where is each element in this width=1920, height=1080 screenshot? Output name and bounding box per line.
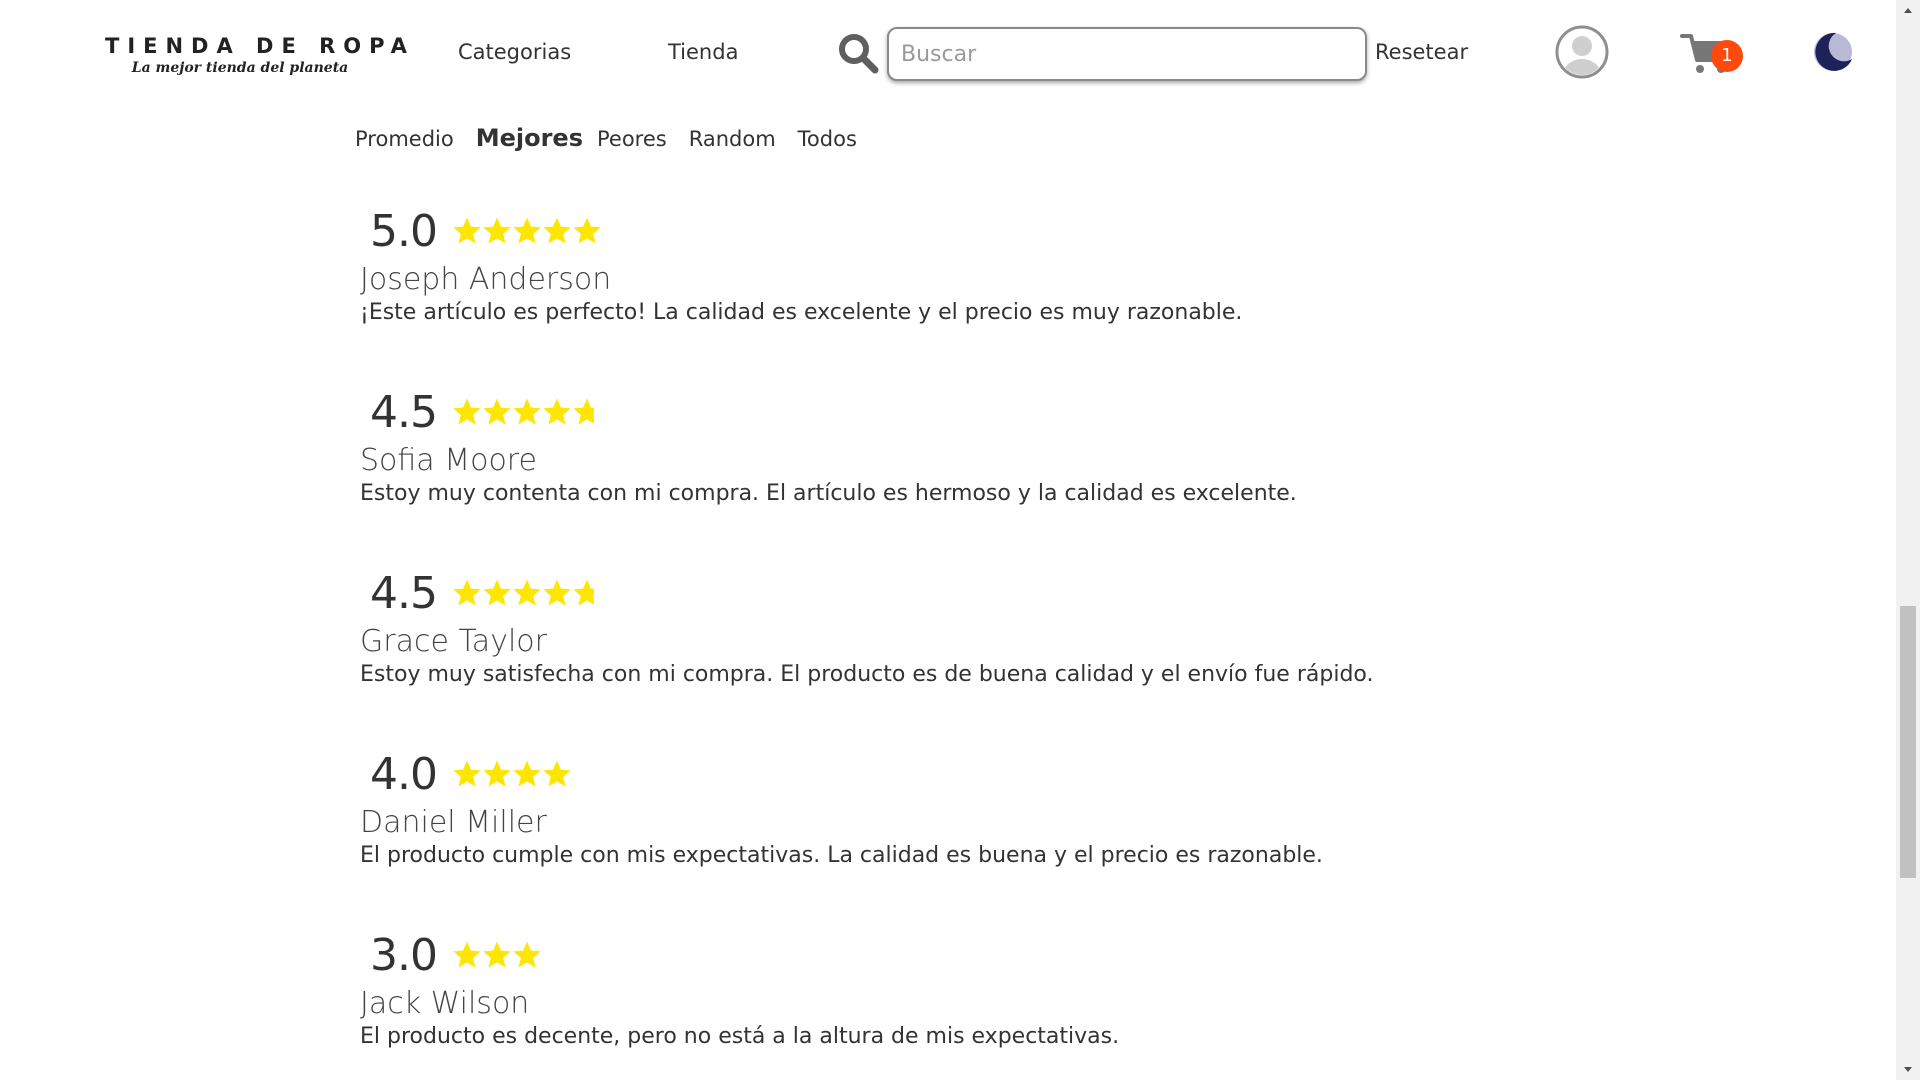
star-icon	[543, 398, 571, 425]
reset-button[interactable]: Resetear	[1375, 40, 1468, 64]
logo-title: TIENDA DE ROPA	[105, 34, 415, 58]
star-icon	[483, 398, 511, 425]
review-comment: Estoy muy satisfecha con mi compra. El p…	[360, 662, 1374, 687]
reviewer-name: Sofia Moore	[360, 443, 537, 478]
half-star-icon	[573, 579, 594, 606]
sort-tabs: Promedio Mejores Peores Random Todos	[355, 124, 879, 154]
review-item: 4.5 Sofia Moore Estoy muy contenta con m…	[360, 381, 1760, 562]
star-icon	[483, 579, 511, 606]
review-item: 4.5 Grace Taylor Estoy muy satisfecha co…	[360, 562, 1760, 743]
rating-row: 5.0	[360, 200, 1760, 262]
star-icon	[543, 760, 571, 787]
star-rating	[452, 578, 602, 608]
scroll-up-arrow-icon[interactable]	[1896, 0, 1920, 20]
user-avatar-icon[interactable]	[1555, 25, 1609, 79]
logo-tagline: La mejor tienda del planeta	[131, 60, 349, 76]
star-icon	[513, 760, 541, 787]
sort-tab-promedio[interactable]: Promedio	[355, 127, 454, 151]
star-rating	[452, 759, 572, 789]
nav-categorias[interactable]: Categorias	[458, 40, 571, 64]
sort-tab-random[interactable]: Random	[689, 127, 776, 151]
page: TIENDA DE ROPA La mejor tienda del plane…	[0, 0, 1920, 1080]
star-icon	[543, 217, 571, 244]
search-icon[interactable]	[837, 32, 879, 74]
nav-tienda[interactable]: Tienda	[668, 40, 738, 64]
star-icon	[483, 760, 511, 787]
star-icon	[513, 941, 541, 968]
star-icon	[453, 217, 481, 244]
review-item: 3.0 Jack Wilson El producto es decente, …	[360, 924, 1760, 1080]
header: TIENDA DE ROPA La mejor tienda del plane…	[0, 0, 1896, 110]
cart-count-badge: 1	[1711, 40, 1743, 72]
star-icon	[453, 941, 481, 968]
half-star-icon	[573, 398, 594, 425]
review-score: 3.0	[370, 929, 438, 981]
sort-tab-peores[interactable]: Peores	[597, 127, 667, 151]
star-icon	[513, 217, 541, 244]
vertical-scrollbar[interactable]	[1896, 0, 1920, 1080]
sort-tab-todos[interactable]: Todos	[798, 127, 857, 151]
review-score: 4.0	[370, 748, 438, 800]
review-comment: ¡Este artículo es perfecto! La calidad e…	[360, 300, 1243, 325]
reviewer-name: Joseph Anderson	[360, 262, 612, 297]
logo[interactable]: TIENDA DE ROPA La mejor tienda del plane…	[105, 34, 415, 76]
review-comment: El producto cumple con mis expectativas.…	[360, 843, 1323, 868]
reviews-list: 5.0 Joseph Anderson ¡Este artículo es pe…	[360, 200, 1760, 1080]
star-icon	[453, 398, 481, 425]
star-rating	[452, 216, 602, 246]
star-icon	[453, 760, 481, 787]
star-rating	[452, 397, 602, 427]
sort-tab-mejores[interactable]: Mejores	[476, 124, 583, 152]
review-score: 4.5	[370, 567, 438, 619]
review-comment: El producto es decente, pero no está a l…	[360, 1024, 1120, 1049]
star-icon	[513, 398, 541, 425]
star-icon	[573, 217, 601, 244]
star-icon	[453, 579, 481, 606]
review-item: 5.0 Joseph Anderson ¡Este artículo es pe…	[360, 200, 1760, 381]
star-icon	[483, 941, 511, 968]
review-comment: Estoy muy contenta con mi compra. El art…	[360, 481, 1297, 506]
reviewer-name: Grace Taylor	[360, 624, 547, 659]
rating-row: 3.0	[360, 924, 1760, 986]
rating-row: 4.5	[360, 562, 1760, 624]
rating-row: 4.0	[360, 743, 1760, 805]
rating-row: 4.5	[360, 381, 1760, 443]
review-item: 4.0 Daniel Miller El producto cumple con…	[360, 743, 1760, 924]
reviewer-name: Jack Wilson	[360, 986, 530, 1021]
star-rating	[452, 940, 542, 970]
star-icon	[543, 579, 571, 606]
star-icon	[513, 579, 541, 606]
scroll-down-arrow-icon[interactable]	[1896, 1060, 1920, 1080]
moon-icon[interactable]	[1812, 31, 1854, 73]
review-score: 4.5	[370, 386, 438, 438]
review-score: 5.0	[370, 205, 438, 257]
scrollbar-thumb[interactable]	[1900, 606, 1916, 878]
search-input[interactable]	[887, 27, 1367, 81]
star-icon	[483, 217, 511, 244]
reviewer-name: Daniel Miller	[360, 805, 547, 840]
